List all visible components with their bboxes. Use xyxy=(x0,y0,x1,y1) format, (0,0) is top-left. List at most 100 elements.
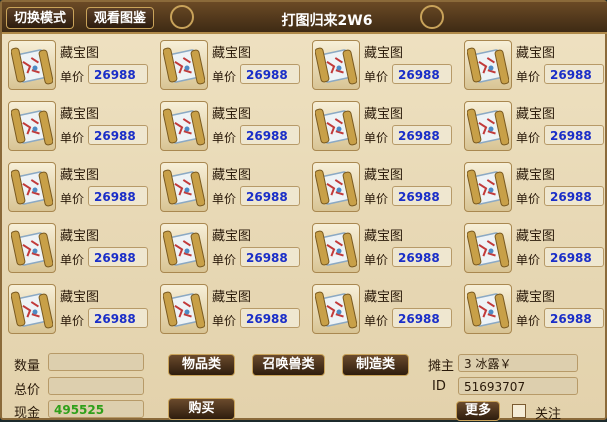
item-name: 藏宝图 xyxy=(516,229,556,244)
right-ornament-icon xyxy=(420,5,444,29)
price-value: 26988 xyxy=(240,125,300,145)
buy-button[interactable]: 购买 xyxy=(168,398,235,420)
price-label: 单价 xyxy=(516,70,541,84)
item-name: 藏宝图 xyxy=(516,107,556,122)
tab-craft-button[interactable]: 制造类 xyxy=(342,354,409,376)
treasure-map-icon xyxy=(160,162,208,212)
item-slot[interactable]: 藏宝图 单价 26988 xyxy=(462,99,607,153)
title-bar: 切换模式 观看图鉴 打图归来2W6 xyxy=(2,2,607,34)
item-name: 藏宝图 xyxy=(364,46,404,61)
item-name: 藏宝图 xyxy=(364,290,404,305)
price-value: 26988 xyxy=(392,186,452,206)
price-value: 26988 xyxy=(392,308,452,328)
id-field: 51693707 xyxy=(458,377,578,395)
price-value: 26988 xyxy=(88,64,148,84)
treasure-map-icon xyxy=(464,223,512,273)
treasure-map-icon xyxy=(8,101,56,151)
price-label: 单价 xyxy=(516,192,541,206)
item-slot[interactable]: 藏宝图 单价 26988 xyxy=(6,160,154,214)
more-button[interactable]: 更多 xyxy=(456,401,500,421)
item-slot[interactable]: 藏宝图 单价 26988 xyxy=(158,160,306,214)
total-price-field xyxy=(48,377,144,395)
item-name: 藏宝图 xyxy=(364,229,404,244)
item-slot[interactable]: 藏宝图 单价 26988 xyxy=(6,38,154,92)
switch-mode-button[interactable]: 切换模式 xyxy=(6,7,75,29)
follow-checkbox[interactable] xyxy=(512,404,526,418)
item-slot[interactable]: 藏宝图单价 26988 xyxy=(462,221,607,275)
left-ornament-icon xyxy=(170,5,194,29)
cash-field: 495525 xyxy=(48,400,144,418)
treasure-map-icon xyxy=(312,40,360,90)
item-slot[interactable]: 藏宝图单价 26988 xyxy=(310,160,458,214)
treasure-map-icon xyxy=(312,162,360,212)
price-label: 单价 xyxy=(364,253,389,267)
item-slot[interactable]: 藏宝图 单价 26988 xyxy=(6,282,154,336)
treasure-map-icon xyxy=(160,223,208,273)
item-name: 藏宝图 xyxy=(212,168,252,183)
item-slot[interactable]: 藏宝图 单价 26988 xyxy=(158,99,306,153)
item-slot[interactable]: 藏宝图单价 26988 xyxy=(310,221,458,275)
price-label: 单价 xyxy=(212,192,237,206)
cash-label: 现金 xyxy=(14,406,41,421)
item-slot[interactable]: 藏宝图 单价 26988 xyxy=(158,38,306,92)
owner-field: 3 冰露￥ xyxy=(458,354,578,372)
price-value: 26988 xyxy=(88,247,148,267)
treasure-map-icon xyxy=(312,284,360,334)
treasure-map-icon xyxy=(8,284,56,334)
price-value: 26988 xyxy=(544,64,604,84)
price-label: 单价 xyxy=(364,70,389,84)
item-name: 藏宝图 xyxy=(60,46,100,61)
treasure-map-icon xyxy=(464,162,512,212)
item-slot[interactable]: 藏宝图单价 26988 xyxy=(462,38,607,92)
quantity-field[interactable] xyxy=(48,353,144,371)
total-price-label: 总价 xyxy=(14,383,41,398)
item-name: 藏宝图 xyxy=(60,229,100,244)
treasure-map-icon xyxy=(312,223,360,273)
item-name: 藏宝图 xyxy=(212,107,252,122)
tab-items-button[interactable]: 物品类 xyxy=(168,354,235,376)
price-value: 26988 xyxy=(88,125,148,145)
item-slot[interactable]: 藏宝图 单价 26988 xyxy=(462,160,607,214)
tab-summon-button[interactable]: 召唤兽类 xyxy=(252,354,325,376)
item-slot[interactable]: 藏宝图单价 26988 xyxy=(6,221,154,275)
price-label: 单价 xyxy=(60,253,85,267)
price-label: 单价 xyxy=(212,70,237,84)
quantity-label: 数量 xyxy=(14,359,41,374)
item-slot[interactable]: 藏宝图单价 26988 xyxy=(310,38,458,92)
owner-label: 摊主 xyxy=(428,359,455,374)
treasure-map-icon xyxy=(160,101,208,151)
price-value: 26988 xyxy=(544,308,604,328)
item-name: 藏宝图 xyxy=(516,290,556,305)
item-slot[interactable]: 藏宝图 单价 26988 xyxy=(310,99,458,153)
treasure-map-icon xyxy=(312,101,360,151)
item-slot[interactable]: 藏宝图 单价 26988 xyxy=(158,282,306,336)
follow-label: 关注 xyxy=(535,407,562,422)
price-value: 26988 xyxy=(240,247,300,267)
item-slot[interactable]: 藏宝图 单价 26988 xyxy=(158,221,306,275)
price-value: 26988 xyxy=(392,64,452,84)
price-label: 单价 xyxy=(212,314,237,328)
price-value: 26988 xyxy=(392,247,452,267)
treasure-map-icon xyxy=(464,40,512,90)
item-name: 藏宝图 xyxy=(60,107,100,122)
price-label: 单价 xyxy=(364,131,389,145)
treasure-map-icon xyxy=(160,284,208,334)
price-value: 26988 xyxy=(240,308,300,328)
price-value: 26988 xyxy=(544,247,604,267)
price-value: 26988 xyxy=(88,308,148,328)
price-label: 单价 xyxy=(516,253,541,267)
price-label: 单价 xyxy=(212,253,237,267)
item-slot[interactable]: 藏宝图单价 26988 xyxy=(6,99,154,153)
price-value: 26988 xyxy=(240,64,300,84)
item-name: 藏宝图 xyxy=(516,46,556,61)
price-value: 26988 xyxy=(544,186,604,206)
price-label: 单价 xyxy=(60,131,85,145)
view-catalog-button[interactable]: 观看图鉴 xyxy=(86,7,155,29)
item-slot[interactable]: 藏宝图 单价 26988 xyxy=(310,282,458,336)
price-label: 单价 xyxy=(364,192,389,206)
price-label: 单价 xyxy=(516,314,541,328)
item-name: 藏宝图 xyxy=(364,168,404,183)
item-name: 藏宝图 xyxy=(60,290,100,305)
treasure-map-icon xyxy=(464,284,512,334)
item-slot[interactable]: 藏宝图单价 26988 xyxy=(462,282,607,336)
